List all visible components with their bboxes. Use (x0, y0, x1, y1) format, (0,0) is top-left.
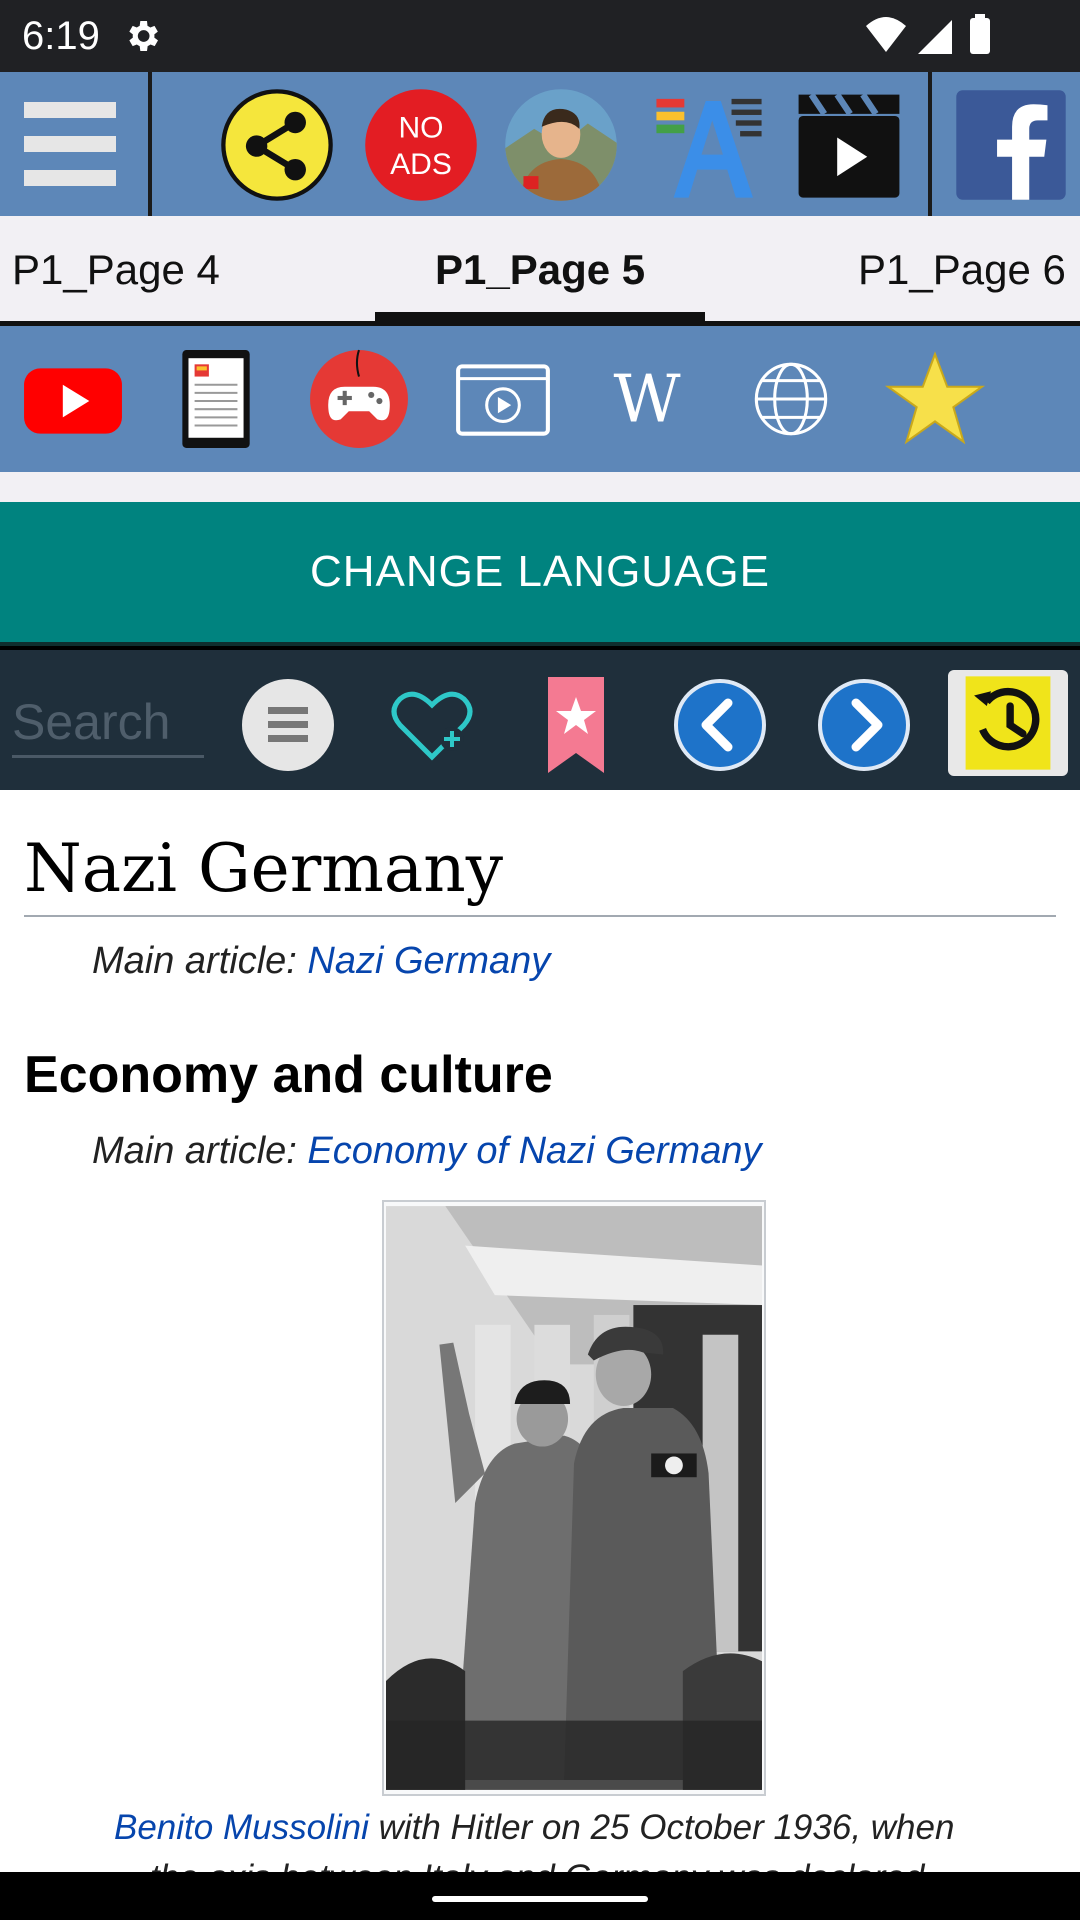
status-time: 6:19 (22, 14, 100, 58)
photo-caption-line-2: the axis between Italy and Germany was d… (150, 1858, 924, 1872)
forward-arrow-icon[interactable] (814, 675, 914, 775)
main-article-note: Main article: Nazi Germany (92, 940, 550, 983)
home-gesture-bar[interactable] (432, 1896, 648, 1902)
video-clapper-icon[interactable] (790, 86, 908, 204)
active-tab-indicator (375, 312, 705, 324)
svg-text:W: W (613, 361, 680, 437)
historical-photo (386, 1206, 762, 1790)
bookmark-icon[interactable] (526, 675, 626, 775)
toolbar-divider (148, 72, 152, 216)
article-content: Nazi Germany Main article: Nazi Germany … (0, 790, 1080, 1872)
article-title: Nazi Germany (24, 830, 504, 907)
economy-link[interactable]: Economy of Nazi Germany (307, 1130, 761, 1172)
toolbar-divider (928, 72, 932, 216)
search-nav-bar (0, 650, 1080, 790)
tab-p1-page-6[interactable]: P1_Page 6 (858, 246, 1066, 294)
wikipedia-icon[interactable]: W (596, 348, 698, 450)
benito-mussolini-link[interactable]: Benito Mussolini (114, 1808, 369, 1847)
no-ads-button[interactable]: NO ADS (362, 86, 480, 204)
menu-icon[interactable] (0, 72, 148, 216)
font-size-icon[interactable] (650, 86, 768, 204)
search-input[interactable] (12, 688, 204, 758)
tab-p1-page-5[interactable]: P1_Page 5 (435, 246, 645, 294)
nazi-germany-link[interactable]: Nazi Germany (307, 940, 550, 982)
back-arrow-icon[interactable] (670, 675, 770, 775)
top-toolbar: NO ADS (0, 72, 1080, 216)
photo-caption: Benito Mussolini with Hitler on 25 Octob… (114, 1808, 954, 1848)
portrait-icon[interactable] (502, 86, 620, 204)
list-menu-icon[interactable] (238, 675, 338, 775)
battery-icon (970, 18, 990, 54)
history-icon (965, 676, 1051, 770)
article-photo[interactable] (382, 1200, 766, 1796)
settings-icon (129, 21, 158, 51)
facebook-icon[interactable] (952, 86, 1070, 204)
gamepad-icon[interactable] (308, 348, 410, 450)
video-player-icon[interactable] (452, 348, 554, 450)
hatnote-prefix: Main article: (92, 940, 308, 982)
globe-icon[interactable] (740, 348, 842, 450)
hatnote-prefix: Main article: (92, 1130, 308, 1172)
section-title: Economy and culture (24, 1046, 553, 1104)
system-nav-bar (0, 1872, 1080, 1920)
title-divider (24, 915, 1056, 917)
no-ads-text-1: NO (398, 111, 443, 144)
tab-p1-page-4[interactable]: P1_Page 4 (12, 246, 220, 294)
no-ads-text-2: ADS (390, 148, 452, 181)
cell-signal-icon (918, 20, 952, 54)
change-language-button[interactable]: CHANGE LANGUAGE (0, 502, 1080, 646)
no-ads-icon: NO ADS (365, 89, 477, 201)
caption-text: with Hitler on 25 October 1936, when (368, 1808, 955, 1847)
wifi-icon (866, 17, 906, 52)
spacer (0, 472, 1080, 502)
ebook-icon[interactable] (164, 348, 266, 450)
status-icons (866, 14, 990, 54)
youtube-icon[interactable] (22, 348, 124, 450)
history-button[interactable] (948, 670, 1068, 776)
quick-icon-bar: W (0, 326, 1080, 472)
economy-article-note: Main article: Economy of Nazi Germany (92, 1130, 761, 1173)
status-bar: 6:19 (0, 0, 1080, 72)
share-icon[interactable] (218, 86, 336, 204)
page-tabs: P1_Page 4 P1_Page 5 P1_Page 6 (0, 216, 1080, 326)
star-icon[interactable] (884, 348, 986, 450)
heart-add-icon[interactable] (382, 675, 482, 775)
